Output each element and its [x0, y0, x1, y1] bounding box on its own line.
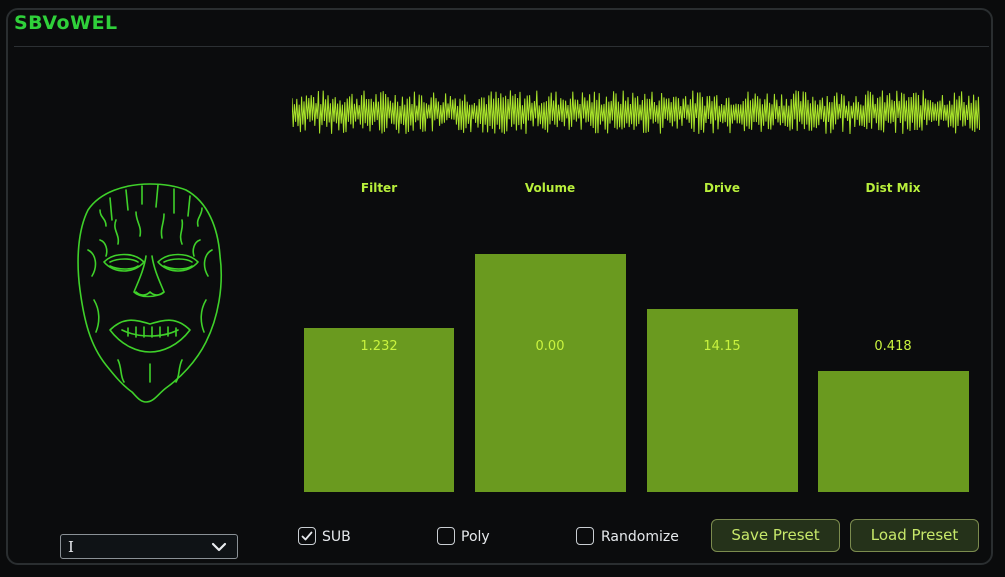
dist-mix-slider[interactable] [818, 371, 969, 492]
title-divider [14, 46, 989, 47]
waveform-trace [292, 90, 980, 135]
drive-slider[interactable] [647, 309, 798, 492]
app-title: SBVoWEL [14, 12, 118, 34]
waveform-display [292, 90, 980, 135]
sub-checkbox[interactable] [298, 527, 316, 545]
volume-slider[interactable] [475, 254, 626, 492]
save-preset-button[interactable]: Save Preset [711, 519, 840, 552]
sub-label: SUB [322, 529, 351, 545]
filter-value: 1.232 [360, 339, 398, 354]
drive-label: Drive [704, 181, 740, 195]
poly-checkbox[interactable] [437, 527, 455, 545]
volume-label: Volume [524, 181, 576, 195]
filter-label: Filter [360, 181, 398, 195]
dist-mix-value: 0.418 [874, 339, 912, 354]
volume-value: 0.00 [535, 339, 565, 354]
melting-face-icon [77, 183, 223, 403]
checkmark-icon [301, 531, 313, 541]
chevron-down-icon [211, 542, 227, 552]
poly-label: Poly [461, 529, 490, 545]
randomize-label: Randomize [601, 529, 679, 545]
load-preset-button[interactable]: Load Preset [850, 519, 979, 552]
drive-value: 14.15 [703, 339, 741, 354]
preset-select-value: I [68, 538, 74, 556]
randomize-checkbox[interactable] [576, 527, 594, 545]
preset-select[interactable]: I [60, 534, 238, 559]
dist-mix-label: Dist Mix [865, 181, 921, 195]
